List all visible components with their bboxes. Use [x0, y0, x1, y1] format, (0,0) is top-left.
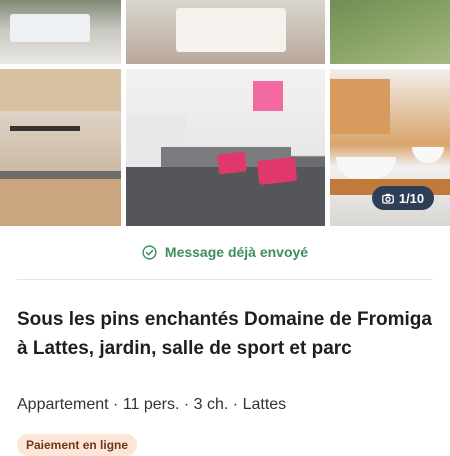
message-sent-text: Message déjà envoyé — [164, 244, 309, 260]
photo-counter-badge[interactable]: 1/10 — [372, 186, 434, 210]
photo-detail — [0, 179, 121, 226]
camera-icon — [381, 193, 394, 204]
check-circle-icon — [142, 244, 157, 260]
photo-lawn[interactable] — [330, 0, 450, 64]
photo-detail — [0, 69, 121, 111]
message-sent-status: Message déjà envoyé — [0, 238, 450, 266]
listing-meta: Appartement · 11 pers. · 3 ch. · Lattes — [17, 396, 287, 413]
online-payment-badge: Paiement en ligne — [17, 434, 138, 456]
photo-detail — [0, 171, 121, 179]
divider — [17, 279, 433, 280]
photo-garden-dining[interactable] — [0, 0, 121, 64]
photo-gallery[interactable]: 1/10 — [0, 0, 450, 226]
photo-detail — [330, 79, 390, 134]
photo-detail — [10, 14, 90, 42]
photo-counter-text: 1/10 — [398, 190, 425, 206]
photo-detail — [253, 81, 283, 111]
photo-detail — [217, 151, 247, 175]
photo-detail — [412, 147, 444, 163]
photo-detail — [176, 8, 286, 52]
photo-detail — [256, 157, 298, 185]
photo-bedroom-grey[interactable] — [126, 69, 325, 226]
photo-detail — [10, 126, 80, 131]
photo-detail — [336, 157, 396, 179]
listing-title[interactable]: Sous les pins enchantés Domaine de Fromi… — [17, 305, 437, 363]
photo-bedroom-white[interactable] — [126, 0, 325, 64]
photo-kitchen[interactable] — [0, 69, 121, 226]
